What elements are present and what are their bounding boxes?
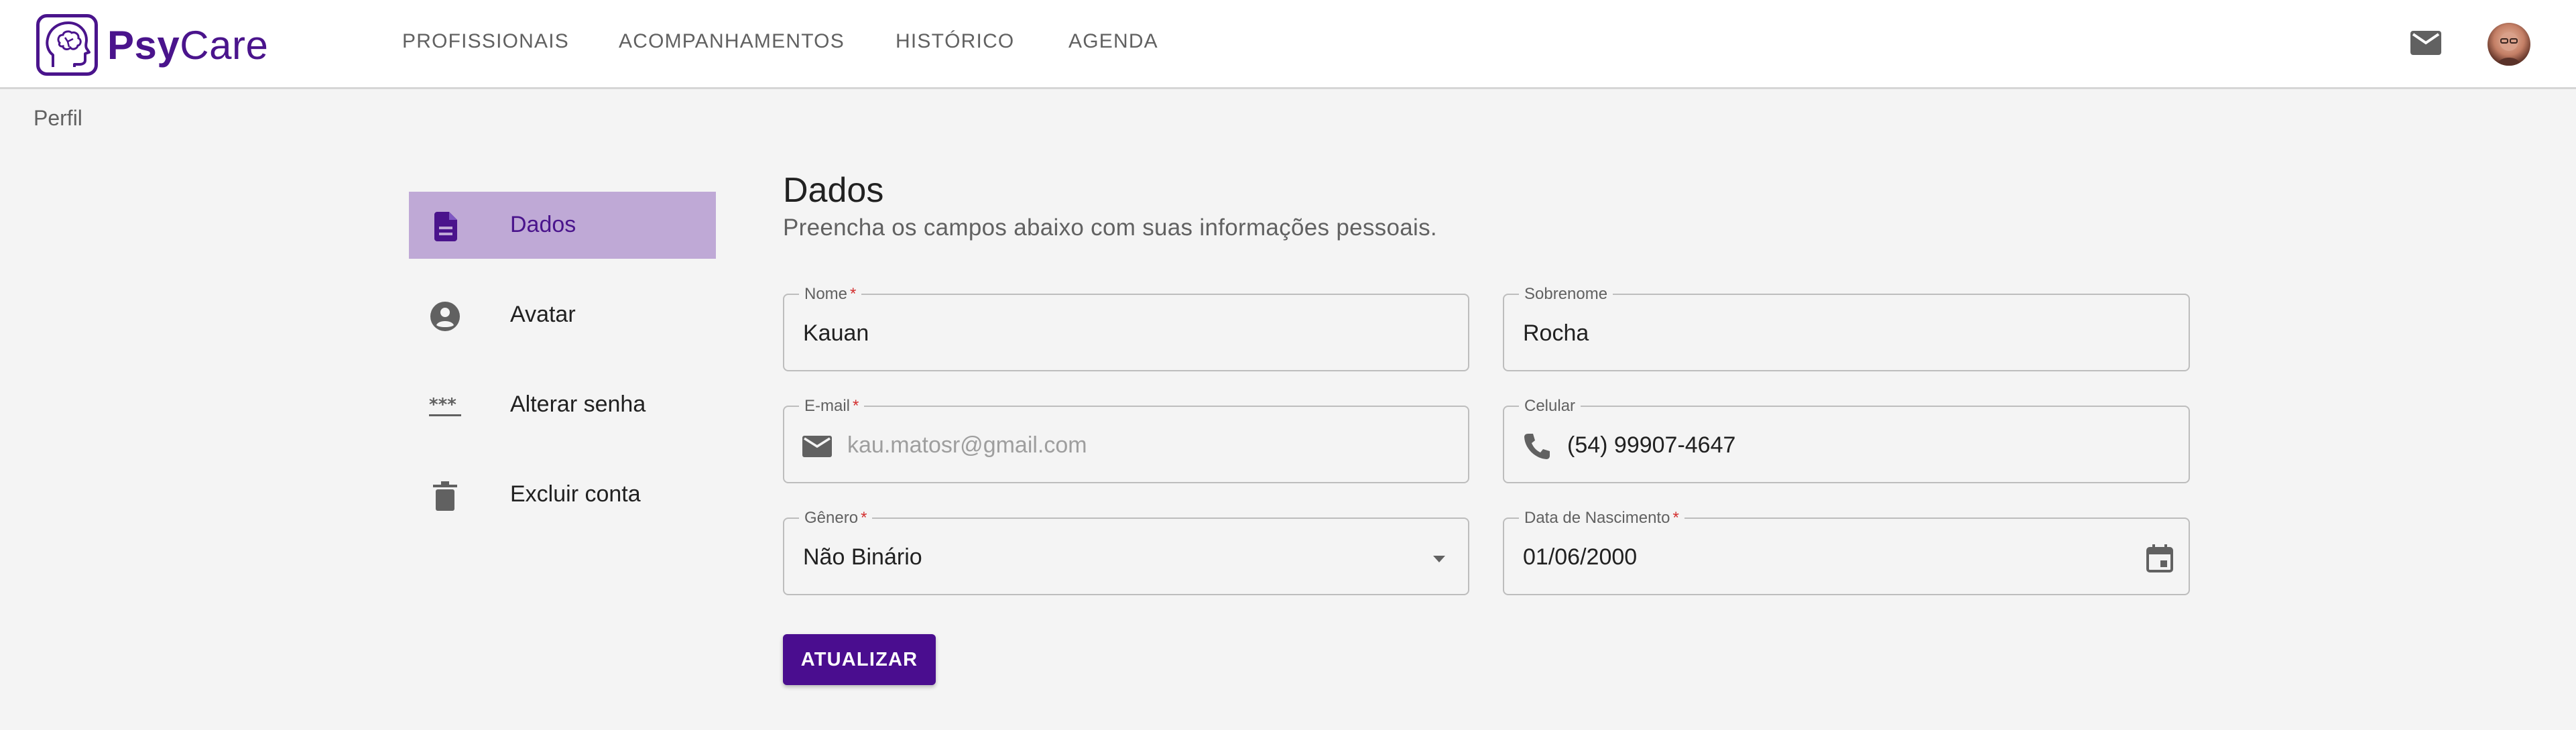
password-icon: ***	[429, 390, 461, 422]
sidebar-item-excluir-conta[interactable]: Excluir conta	[409, 461, 716, 528]
gender-selected-value: Não Binário	[803, 544, 922, 570]
calendar-icon[interactable]	[2144, 543, 2175, 574]
sidebar-item-label: Alterar senha	[510, 391, 646, 417]
email-input: kau.matosr@gmail.com	[847, 432, 1087, 458]
email-field: E-mail * kau.matosr@gmail.com	[783, 397, 1469, 483]
page-subtitle: Preencha os campos abaixo com suas infor…	[783, 215, 1437, 241]
sidebar-item-avatar[interactable]: Avatar	[409, 282, 716, 349]
first-name-field[interactable]: Nome * Kauan	[783, 285, 1469, 371]
gender-select[interactable]: Gênero * Não Binário	[783, 509, 1469, 595]
sidebar-item-label: Dados	[510, 212, 576, 237]
trash-icon	[429, 480, 461, 512]
sidebar-item-dados[interactable]: Dados	[409, 192, 716, 259]
field-label: E-mail *	[799, 397, 865, 416]
sidebar-item-label: Avatar	[510, 302, 576, 327]
field-label: Celular	[1519, 397, 1581, 416]
svg-text:***: ***	[429, 395, 456, 415]
brand-name: PsyCare	[107, 22, 269, 68]
update-button[interactable]: ATUALIZAR	[783, 634, 936, 685]
birthdate-field[interactable]: Data de Nascimento * 01/06/2000	[1503, 509, 2190, 595]
sidebar-item-label: Excluir conta	[510, 481, 641, 507]
field-label: Gênero *	[799, 509, 873, 528]
breadcrumb: Perfil	[34, 106, 82, 130]
phone-input[interactable]: (54) 99907-4647	[1567, 432, 1735, 459]
phone-icon	[1522, 431, 1552, 462]
nav-profissionais[interactable]: PROFISSIONAIS	[402, 30, 569, 53]
field-label: Nome *	[799, 285, 862, 304]
document-icon	[429, 210, 461, 243]
nav-historico[interactable]: HISTÓRICO	[896, 30, 1014, 53]
phone-field[interactable]: Celular (54) 99907-4647	[1503, 397, 2190, 483]
brain-head-icon	[36, 14, 98, 76]
sidebar-item-alterar-senha[interactable]: *** Alterar senha	[409, 371, 716, 438]
birthdate-input[interactable]: 01/06/2000	[1523, 544, 1637, 570]
avatar[interactable]	[2488, 23, 2530, 66]
brand-logo[interactable]: PsyCare	[36, 14, 268, 76]
last-name-input[interactable]: Rocha	[1523, 320, 1589, 347]
nav-agenda[interactable]: AGENDA	[1068, 30, 1158, 53]
app-bar: PsyCare PROFISSIONAIS ACOMPANHAMENTOS HI…	[0, 0, 2576, 89]
mail-icon[interactable]	[2409, 28, 2443, 58]
first-name-input[interactable]: Kauan	[803, 320, 869, 347]
mail-icon	[802, 431, 833, 462]
last-name-field[interactable]: Sobrenome Rocha	[1503, 285, 2190, 371]
account-circle-icon	[429, 300, 461, 332]
field-label: Data de Nascimento *	[1519, 509, 1684, 528]
dropdown-arrow-icon[interactable]	[1424, 543, 1455, 574]
page-title: Dados	[783, 171, 884, 210]
nav-acompanhamentos[interactable]: ACOMPANHAMENTOS	[619, 30, 845, 53]
field-label: Sobrenome	[1519, 285, 1613, 304]
